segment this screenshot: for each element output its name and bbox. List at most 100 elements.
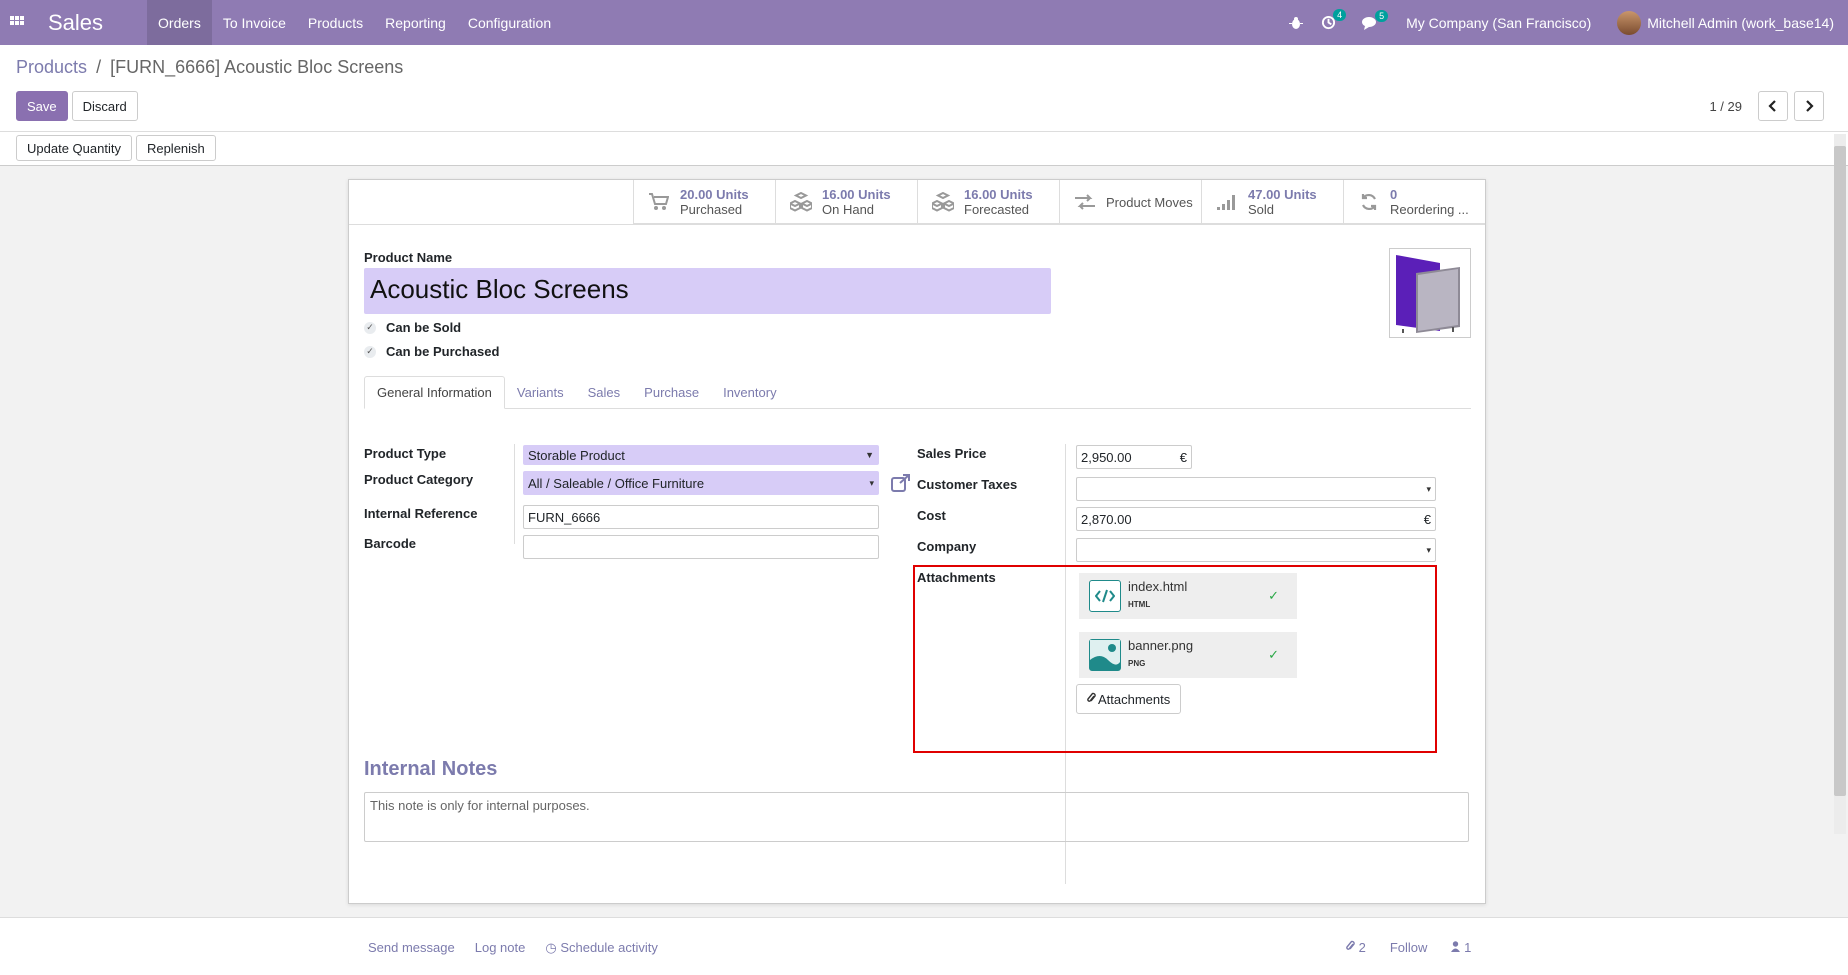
internal-notes-textarea[interactable]: This note is only for internal purposes. <box>364 792 1469 842</box>
company-switcher[interactable]: My Company (San Francisco) <box>1406 15 1591 31</box>
update-quantity-button[interactable]: Update Quantity <box>16 135 132 161</box>
sales-price-input[interactable]: 2,950.00 € <box>1076 445 1192 469</box>
tab-inventory[interactable]: Inventory <box>711 376 788 409</box>
company-input[interactable]: ▾ <box>1076 538 1436 562</box>
log-note-button[interactable]: Log note <box>475 940 526 956</box>
send-message-button[interactable]: Send message <box>368 940 455 956</box>
stat-reordering-button[interactable]: 0 Reordering ... <box>1343 180 1485 224</box>
attachment-index-html[interactable]: index.html HTML ✓ <box>1079 573 1297 619</box>
attachments-label: Attachments <box>917 570 996 585</box>
customer-taxes-label: Customer Taxes <box>917 477 1018 492</box>
menu-to-invoice[interactable]: To Invoice <box>212 0 297 45</box>
chatter-bar: Send message Log note ◷ Schedule activit… <box>0 917 1848 975</box>
scrollbar-thumb[interactable] <box>1834 146 1846 796</box>
attachment-ext: PNG <box>1128 659 1146 668</box>
debug-bug-icon[interactable] <box>1289 16 1304 30</box>
stat-sold-button[interactable]: 47.00 Units Sold <box>1201 180 1343 224</box>
caret-down-icon: ▾ <box>869 477 874 488</box>
add-attachments-button[interactable]: Attachments <box>1076 684 1182 714</box>
stat-sold-value: 47.00 Units <box>1248 187 1317 202</box>
image-file-icon <box>1089 639 1121 671</box>
tab-variants[interactable]: Variants <box>505 376 576 409</box>
stat-product-moves-label: Product Moves <box>1106 194 1193 210</box>
breadcrumb: Products / [FURN_6666] Acoustic Bloc Scr… <box>16 57 403 78</box>
attachment-banner-png[interactable]: banner.png PNG ✓ <box>1079 632 1297 678</box>
barcode-input[interactable] <box>523 535 879 559</box>
messages-chat-icon[interactable]: 5 <box>1362 9 1389 30</box>
attachment-name: index.html <box>1128 579 1188 594</box>
followers-count: 1 <box>1464 940 1472 955</box>
check-icon: ✓ <box>364 345 376 358</box>
page-scrollbar[interactable] <box>1832 134 1848 834</box>
notebook-tabs: General Information Variants Sales Purch… <box>364 376 1471 409</box>
messages-badge: 5 <box>1375 9 1389 22</box>
pager-next-button[interactable] <box>1794 91 1824 121</box>
user-menu[interactable]: Mitchell Admin (work_base14) <box>1617 10 1834 35</box>
check-icon: ✓ <box>364 321 376 334</box>
save-button[interactable]: Save <box>16 91 68 121</box>
cost-input[interactable]: 2,870.00 € <box>1076 507 1436 531</box>
external-link-icon[interactable] <box>891 474 911 495</box>
pager-value[interactable]: 1 / 29 <box>1709 99 1742 114</box>
followers-button[interactable]: 1 <box>1451 940 1471 955</box>
user-avatar <box>1617 10 1642 35</box>
exchange-icon <box>1074 191 1096 213</box>
code-file-icon <box>1089 580 1121 612</box>
sales-price-value: 2,950.00 <box>1081 449 1132 465</box>
attachment-name: banner.png <box>1128 638 1194 653</box>
can-be-purchased-checkbox[interactable]: ✓ Can be Purchased <box>364 344 499 359</box>
cart-icon <box>648 191 670 213</box>
field-separator <box>514 444 515 544</box>
add-attachments-label: Attachments <box>1098 691 1171 707</box>
product-image[interactable] <box>1389 248 1471 338</box>
attachment-ext: HTML <box>1128 600 1151 609</box>
product-category-input[interactable]: All / Saleable / Office Furniture ▾ <box>523 471 879 495</box>
product-type-select[interactable]: Storable Product ▼ <box>523 445 879 465</box>
product-name-input[interactable]: Acoustic Bloc Screens <box>364 268 1051 314</box>
schedule-activity-label: Schedule activity <box>560 940 658 955</box>
stat-purchased-button[interactable]: 20.00 Units Purchased <box>633 180 775 224</box>
stat-reordering-label: Reordering ... <box>1390 202 1469 217</box>
customer-taxes-input[interactable]: ▾ <box>1076 477 1436 501</box>
stat-product-moves-button[interactable]: Product Moves <box>1059 180 1201 224</box>
stat-on-hand-value: 16.00 Units <box>822 187 891 202</box>
breadcrumb-products[interactable]: Products <box>16 57 87 77</box>
stat-forecasted-button[interactable]: 16.00 Units Forecasted <box>917 180 1059 224</box>
internal-notes-title: Internal Notes <box>364 758 498 780</box>
cubes-icon <box>932 191 954 213</box>
tab-general-information[interactable]: General Information <box>364 376 505 409</box>
attachments-count-button[interactable]: 2 <box>1346 940 1366 955</box>
can-be-sold-checkbox[interactable]: ✓ Can be Sold <box>364 320 461 335</box>
product-category-value: All / Saleable / Office Furniture <box>528 475 705 491</box>
can-be-purchased-label: Can be Purchased <box>386 344 500 359</box>
activities-clock-icon[interactable]: 4 <box>1321 9 1347 30</box>
stat-purchased-value: 20.00 Units <box>680 187 749 202</box>
menu-reporting[interactable]: Reporting <box>374 0 457 45</box>
follow-button[interactable]: Follow <box>1390 940 1428 955</box>
sales-price-currency: € <box>1179 449 1187 465</box>
discard-button[interactable]: Discard <box>71 91 138 121</box>
paperclip-icon <box>1346 940 1359 955</box>
barcode-label: Barcode <box>364 536 417 551</box>
divider <box>349 224 1485 225</box>
app-name[interactable]: Sales <box>48 10 103 36</box>
menu-configuration[interactable]: Configuration <box>457 0 562 45</box>
cost-label: Cost <box>917 508 946 523</box>
attachments-count: 2 <box>1358 940 1366 955</box>
pager-previous-button[interactable] <box>1758 91 1788 121</box>
tab-sales[interactable]: Sales <box>576 376 633 409</box>
replenish-button[interactable]: Replenish <box>135 135 216 161</box>
menu-orders[interactable]: Orders <box>147 0 212 45</box>
user-name: Mitchell Admin (work_base14) <box>1647 14 1834 31</box>
product-type-value: Storable Product <box>528 447 625 463</box>
menu-products[interactable]: Products <box>297 0 374 45</box>
apps-menu-icon[interactable] <box>0 0 34 45</box>
chevron-right-icon <box>1806 100 1814 112</box>
breadcrumb-separator: / <box>96 57 102 77</box>
schedule-activity-button[interactable]: ◷ Schedule activity <box>545 940 658 956</box>
internal-reference-input[interactable]: FURN_6666 <box>523 505 879 529</box>
tab-purchase[interactable]: Purchase <box>632 376 711 409</box>
stat-on-hand-button[interactable]: 16.00 Units On Hand <box>775 180 917 224</box>
cost-value: 2,870.00 <box>1081 511 1132 527</box>
caret-down-icon: ▾ <box>1426 483 1431 494</box>
